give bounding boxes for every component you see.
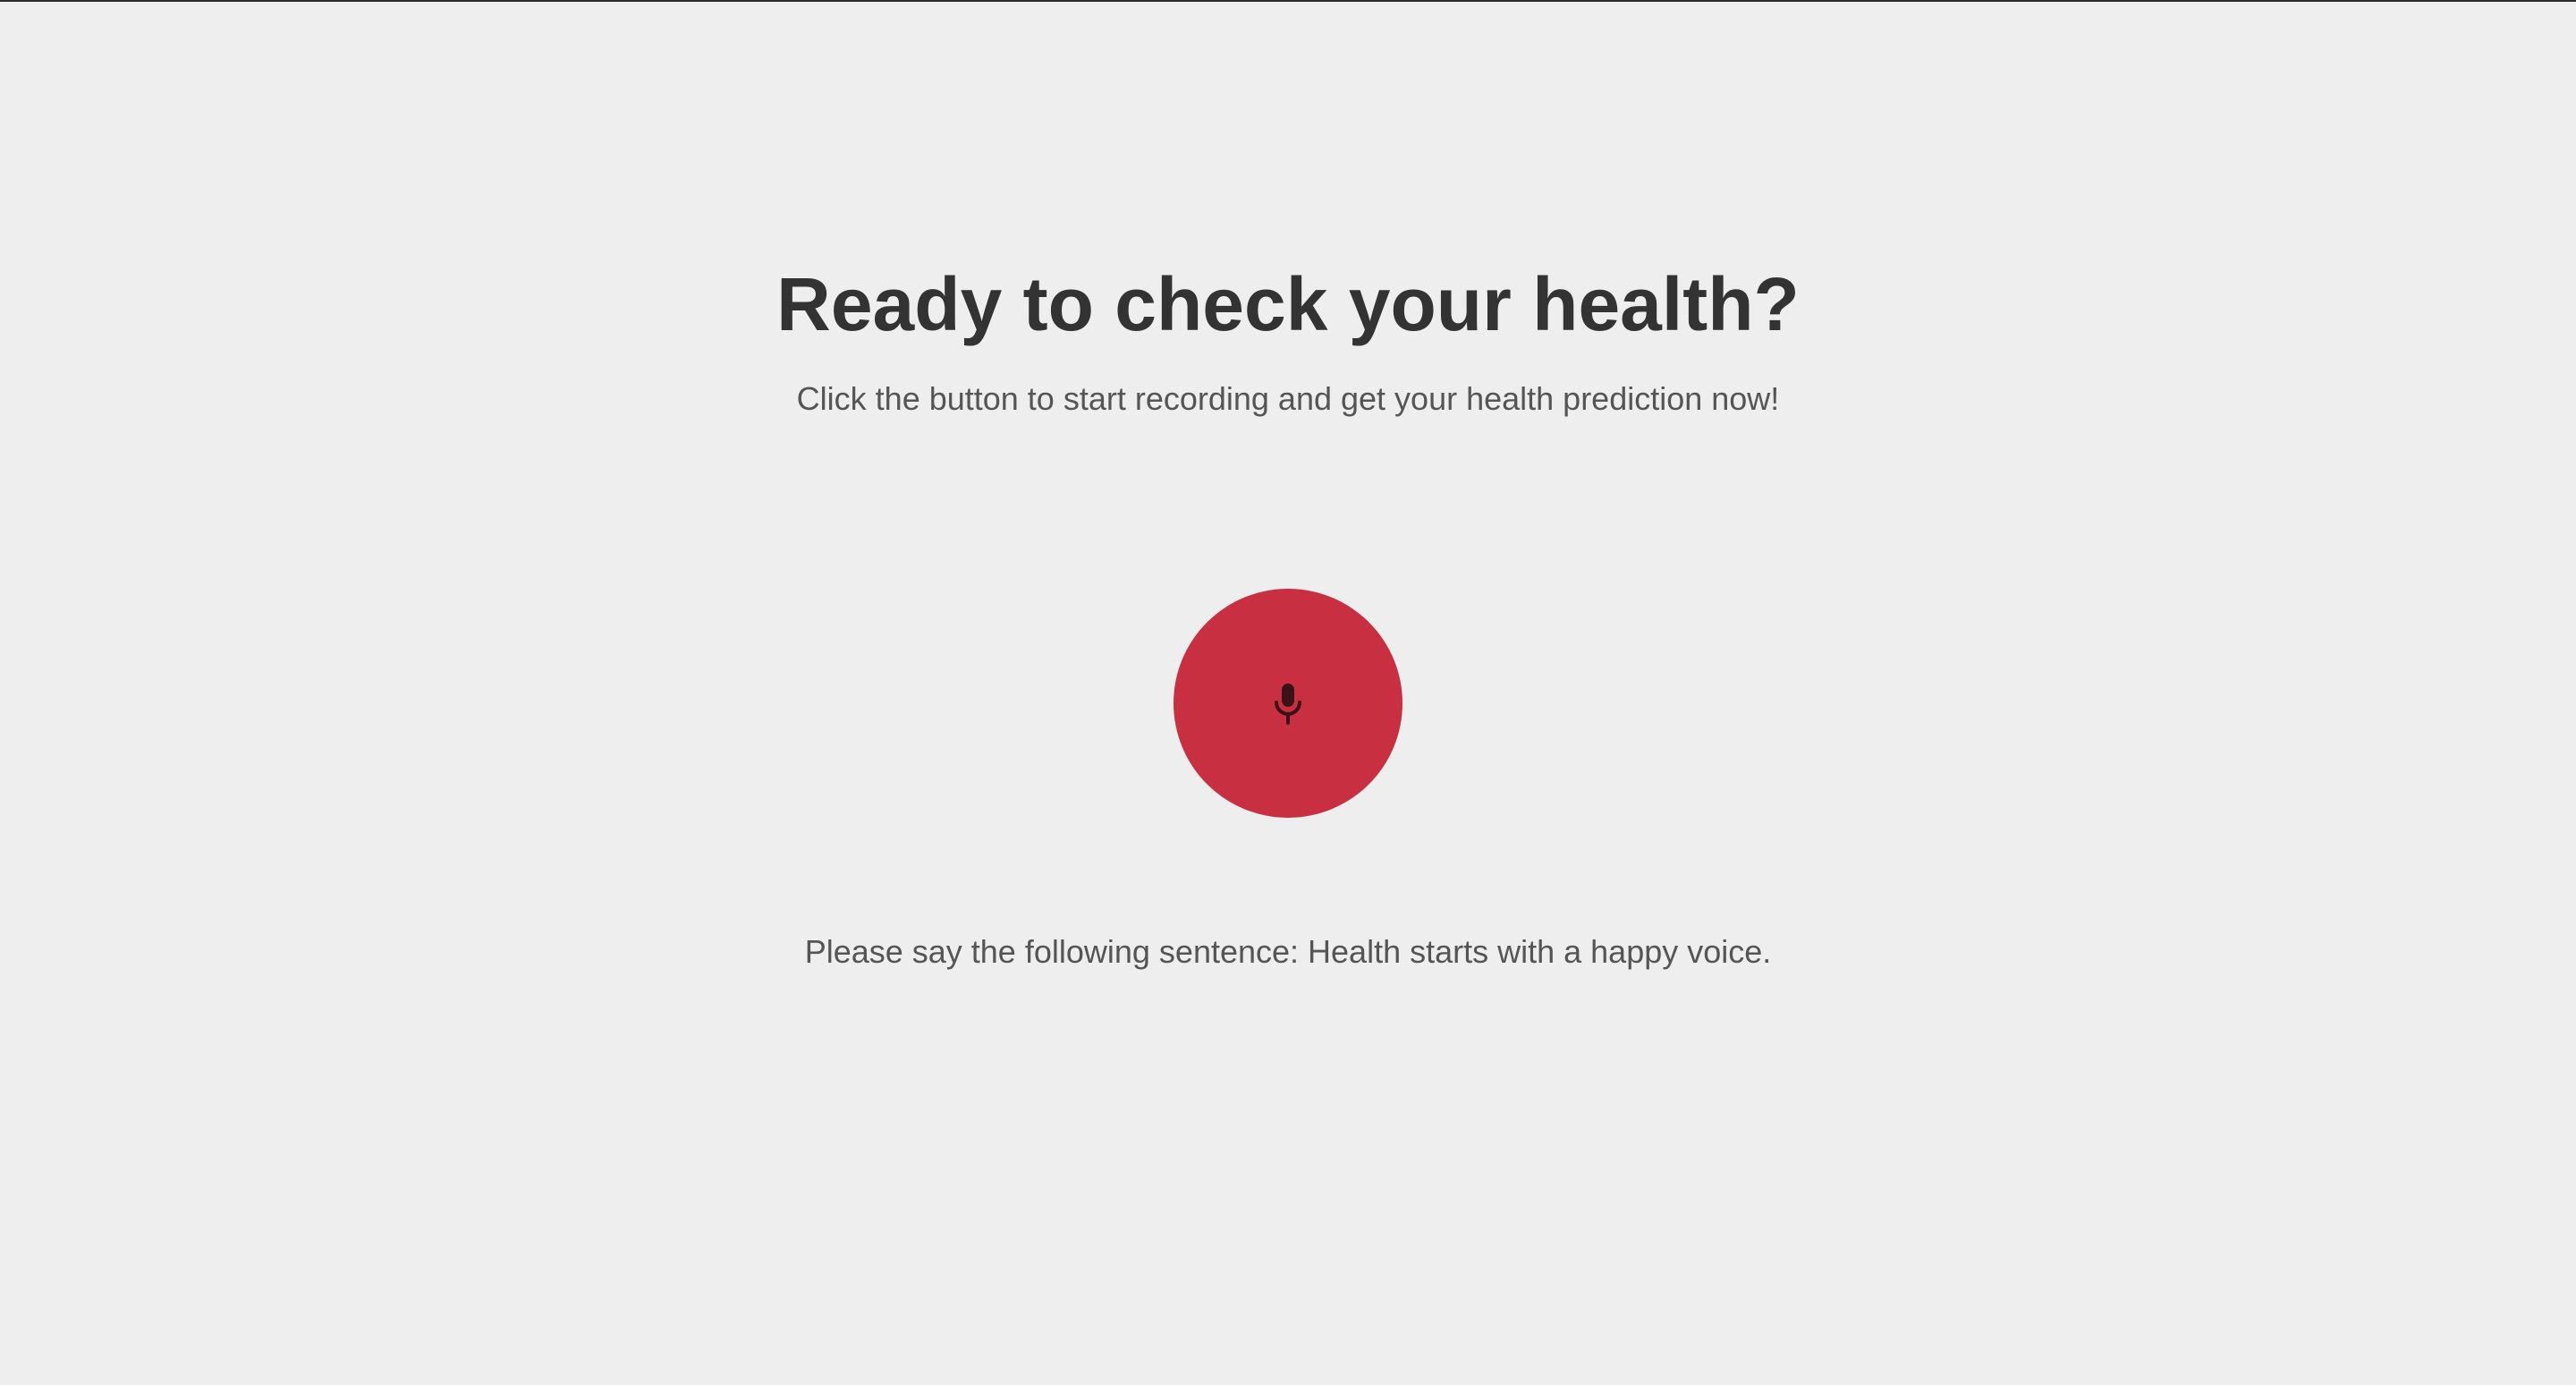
page-subtitle: Click the button to start recording and … [796,380,1780,417]
instruction-text: Please say the following sentence: Healt… [804,933,1772,970]
page-title: Ready to check your health? [776,262,1800,346]
microphone-icon [1270,682,1306,725]
record-button[interactable] [1174,589,1402,818]
page: Ready to check your health? Click the bu… [0,0,2576,1385]
